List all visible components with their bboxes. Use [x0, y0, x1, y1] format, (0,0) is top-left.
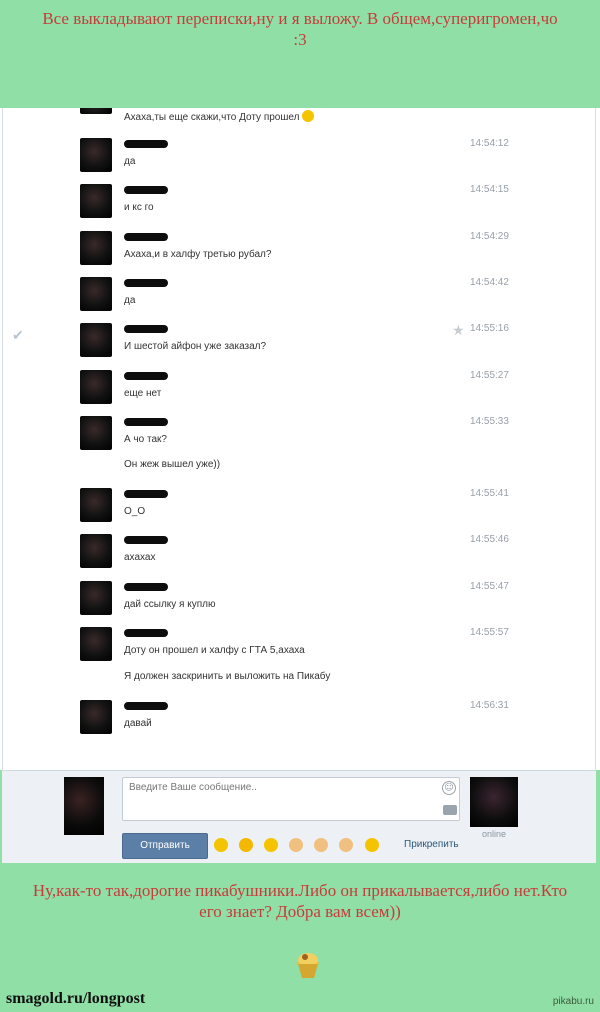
emoji-bar — [214, 837, 385, 853]
avatar[interactable] — [80, 184, 112, 218]
avatar[interactable] — [80, 488, 112, 522]
top-caption-text: Все выкладывают переписки,ну и я выложу.… — [42, 9, 558, 49]
sender-name-redacted[interactable] — [124, 140, 168, 148]
sender-name-redacted[interactable] — [124, 702, 168, 710]
camera-icon[interactable] — [443, 805, 457, 815]
avatar[interactable] — [80, 370, 112, 404]
message-text: Доту он прошел и халфу с ГТА 5,ахаха — [124, 645, 305, 656]
sender-name-redacted[interactable] — [124, 583, 168, 591]
message-time: 14:55:27 — [470, 370, 509, 381]
avatar[interactable] — [80, 138, 112, 172]
smile-icon[interactable]: ☺ — [442, 781, 456, 795]
sender-name-redacted[interactable] — [124, 279, 168, 287]
message-text: и кс го — [124, 202, 154, 213]
footer-link[interactable]: smagold.ru/longpost — [6, 990, 145, 1008]
message-time: 14:54:42 — [470, 277, 509, 288]
message-text: давай — [124, 718, 152, 729]
star-icon[interactable]: ★ — [452, 322, 465, 339]
message-time: 14:56:31 — [470, 700, 509, 711]
message-text: А чо так? — [124, 434, 167, 445]
sender-name-redacted[interactable] — [124, 186, 168, 194]
message-text: Ахаха,ты еще скажи,что Доту прошел — [124, 110, 315, 123]
avatar[interactable] — [80, 534, 112, 568]
attach-link[interactable]: Прикрепить — [404, 839, 459, 850]
message-text: Я должен заскринить и выложить на Пикабу — [124, 671, 331, 682]
confused-emoji-icon[interactable] — [364, 838, 379, 852]
sender-name-redacted[interactable] — [124, 372, 168, 380]
panel-border-left — [2, 108, 3, 770]
top-caption-banner: Все выкладывают переписки,ну и я выложу.… — [0, 0, 600, 108]
message-text: И шестой айфон уже заказал? — [124, 341, 267, 352]
message-time: 14:54:15 — [470, 184, 509, 195]
send-button[interactable]: Отправить — [122, 833, 208, 859]
avatar[interactable] — [80, 581, 112, 615]
message-text: О_О — [124, 506, 146, 517]
avatar[interactable] — [80, 416, 112, 450]
avatar[interactable] — [80, 627, 112, 661]
message-text: да — [124, 295, 136, 306]
avatar[interactable] — [80, 231, 112, 265]
message-time: 14:55:33 — [470, 416, 509, 427]
message-composer: Введите Ваше сообщение.. ☺ online Отправ… — [2, 770, 596, 863]
grin-emoji-icon[interactable] — [214, 838, 228, 852]
avatar[interactable] — [80, 277, 112, 311]
my-avatar[interactable] — [64, 777, 104, 835]
sender-name-redacted[interactable] — [124, 325, 168, 333]
message-text: Он жеж вышел уже)) — [124, 459, 221, 470]
laughing-emoji-icon — [302, 110, 315, 122]
message-text: дай ссылку я куплю — [124, 599, 216, 610]
sender-name-redacted[interactable] — [124, 418, 168, 426]
avatar[interactable] — [80, 700, 112, 734]
avatar[interactable] — [80, 323, 112, 357]
message-time: 14:54:12 — [470, 138, 509, 149]
sender-name-redacted[interactable] — [124, 629, 168, 637]
thumbs-up-icon[interactable] — [289, 838, 304, 852]
ok-hand-icon[interactable] — [314, 838, 329, 852]
cupcake-icon — [296, 953, 320, 978]
message-text: ахахах — [124, 552, 156, 563]
message-time: 14:55:46 — [470, 534, 509, 545]
site-watermark: pikabu.ru — [552, 996, 594, 1007]
chat-history[interactable]: Ахаха,ты еще скажи,что Доту прошел 14:54… — [0, 108, 600, 770]
sender-name-redacted[interactable] — [124, 233, 168, 241]
laughing-emoji-icon[interactable] — [264, 838, 279, 852]
pointing-hand-icon[interactable] — [339, 838, 354, 852]
online-status: online — [482, 829, 507, 839]
message-time: 14:55:47 — [470, 581, 509, 592]
message-time: 14:55:57 — [470, 627, 509, 638]
message-time: 14:55:16 — [470, 323, 509, 334]
message-text: да — [124, 156, 136, 167]
avatar[interactable] — [80, 108, 112, 114]
message-time: 14:55:41 — [470, 488, 509, 499]
message-text: еще нет — [124, 388, 162, 399]
sender-name-redacted[interactable] — [124, 490, 168, 498]
message-text: Ахаха,и в халфу третью рубал? — [124, 249, 272, 260]
check-icon[interactable]: ✔ — [12, 327, 24, 344]
sender-name-redacted[interactable] — [124, 536, 168, 544]
message-input[interactable]: Введите Ваше сообщение.. — [122, 777, 460, 821]
blush-emoji-icon[interactable] — [239, 838, 254, 852]
message-time: 14:54:29 — [470, 231, 509, 242]
peer-avatar[interactable] — [470, 777, 518, 827]
bottom-caption-text: Ну,как-то так,дорогие пикабушники.Либо о… — [32, 881, 568, 921]
panel-border-right — [595, 108, 596, 770]
